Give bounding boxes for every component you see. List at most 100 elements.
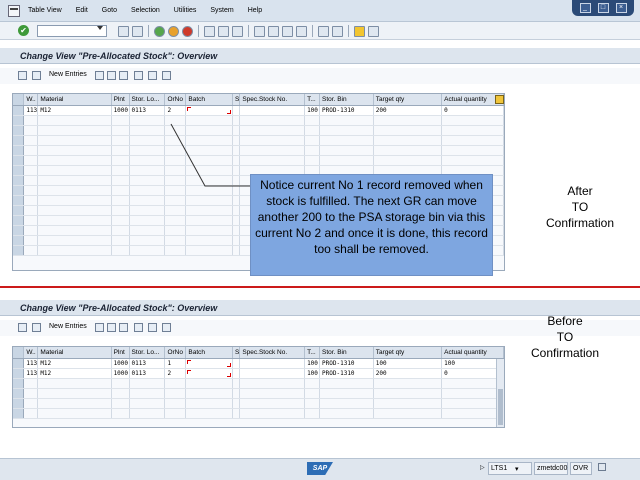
column-header[interactable]: Target qty <box>373 347 443 359</box>
table-cell[interactable]: PROD-1310 <box>319 105 374 116</box>
column-header[interactable]: T... <box>304 94 321 106</box>
row-selector[interactable] <box>13 195 25 206</box>
last-page-icon[interactable] <box>296 25 307 37</box>
column-header[interactable]: OrNo <box>164 347 187 359</box>
table-cell[interactable]: 100 <box>373 358 443 369</box>
column-header[interactable]: Plnt <box>111 94 130 106</box>
create-session-icon[interactable] <box>318 25 329 37</box>
next-page-icon[interactable] <box>282 25 293 37</box>
row-selector[interactable] <box>13 165 25 176</box>
column-header[interactable]: Batch <box>185 347 233 359</box>
copy-icon[interactable] <box>95 323 104 332</box>
undo-icon[interactable] <box>119 71 128 80</box>
table-cell[interactable]: 2 <box>164 368 187 379</box>
shortcut-icon[interactable] <box>332 25 343 37</box>
menu-table-view[interactable]: Table View <box>28 7 62 14</box>
display-change-icon[interactable] <box>18 323 27 332</box>
column-header[interactable]: Target qty <box>373 94 443 106</box>
deselect-all-icon[interactable] <box>162 323 171 332</box>
table-cell[interactable]: 1000 <box>111 105 130 116</box>
table-cell[interactable]: 113 <box>23 368 39 379</box>
display-change-icon[interactable] <box>18 71 27 80</box>
delete-icon[interactable] <box>107 71 116 80</box>
column-header[interactable]: Plnt <box>111 347 130 359</box>
column-header[interactable]: Spec.Stock No. <box>239 94 306 106</box>
display-icon[interactable] <box>32 323 41 332</box>
select-block-icon[interactable] <box>148 71 157 80</box>
row-selector[interactable] <box>13 398 25 409</box>
table-cell[interactable]: 1000 <box>111 358 130 369</box>
close-icon[interactable]: × <box>615 3 627 13</box>
table-cell[interactable]: 0 <box>441 368 504 379</box>
enter-icon[interactable]: ✔ <box>18 25 29 36</box>
minimize-icon[interactable]: _ <box>579 3 591 13</box>
column-header[interactable]: Stor. Lo... <box>129 347 166 359</box>
row-selector[interactable] <box>13 235 25 246</box>
row-selector[interactable] <box>13 125 25 136</box>
table-cell[interactable]: 1 <box>164 358 187 369</box>
select-block-icon[interactable] <box>148 323 157 332</box>
row-selector[interactable] <box>13 245 25 256</box>
table-cell[interactable]: 0113 <box>129 358 166 369</box>
menu-utilities[interactable]: Utilities <box>174 7 197 14</box>
find-next-icon[interactable] <box>232 25 243 37</box>
cancel-icon[interactable] <box>182 25 193 37</box>
chevron-down-icon[interactable] <box>97 26 103 30</box>
column-header[interactable]: Batch <box>185 94 233 106</box>
row-selector[interactable] <box>13 115 25 126</box>
table-cell[interactable]: 200 <box>373 105 443 116</box>
column-header[interactable]: OrNo <box>164 94 187 106</box>
row-selector[interactable] <box>13 135 25 146</box>
table-cell[interactable] <box>232 105 241 116</box>
column-header[interactable]: W.. <box>23 347 39 359</box>
first-page-icon[interactable] <box>254 25 265 37</box>
column-header[interactable]: Stor. Bin <box>319 347 374 359</box>
new-entries-button[interactable]: New Entries <box>49 323 87 330</box>
table-cell[interactable] <box>232 358 241 369</box>
menu-system[interactable]: System <box>210 7 233 14</box>
back-icon[interactable] <box>154 25 165 37</box>
undo-icon[interactable] <box>119 323 128 332</box>
table-cell[interactable] <box>239 105 306 116</box>
customize-layout-icon[interactable] <box>368 25 379 37</box>
table-cell[interactable] <box>239 368 306 379</box>
table-cell[interactable] <box>232 368 241 379</box>
column-header[interactable]: S <box>232 94 241 106</box>
help-icon[interactable] <box>354 25 365 37</box>
select-all-icon[interactable] <box>134 71 143 80</box>
find-icon[interactable] <box>218 25 229 37</box>
delete-icon[interactable] <box>107 323 116 332</box>
menu-edit[interactable]: Edit <box>76 7 88 14</box>
maximize-icon[interactable]: □ <box>597 3 609 13</box>
scrollbar-thumb[interactable] <box>498 389 503 425</box>
row-selector[interactable] <box>13 175 25 186</box>
menu-selection[interactable]: Selection <box>131 7 160 14</box>
table-cell[interactable]: 0113 <box>129 105 166 116</box>
table-cell[interactable] <box>185 105 233 116</box>
row-selector[interactable] <box>13 105 25 116</box>
column-header[interactable]: S <box>232 347 241 359</box>
select-all-column[interactable] <box>13 347 25 359</box>
menu-help[interactable]: Help <box>248 7 262 14</box>
new-entries-button[interactable]: New Entries <box>49 71 87 78</box>
table-cell[interactable]: 100 <box>304 105 321 116</box>
column-header[interactable]: Material <box>37 94 112 106</box>
system-menu-icon[interactable] <box>8 5 20 17</box>
deselect-all-icon[interactable] <box>162 71 171 80</box>
menu-goto[interactable]: Goto <box>102 7 117 14</box>
table-cell[interactable] <box>185 368 233 379</box>
row-selector[interactable] <box>13 368 25 379</box>
previous-page-icon[interactable] <box>268 25 279 37</box>
display-icon[interactable] <box>32 71 41 80</box>
table-cell[interactable]: 113 <box>23 105 39 116</box>
table-cell[interactable]: PROD-1310 <box>319 368 374 379</box>
system-field[interactable]: LTS1 ▾ <box>488 462 532 475</box>
table-cell[interactable] <box>239 358 306 369</box>
print-icon[interactable] <box>204 25 215 37</box>
table-cell[interactable]: PROD-1310 <box>319 358 374 369</box>
column-header[interactable]: T... <box>304 347 321 359</box>
table-cell[interactable]: M12 <box>37 368 112 379</box>
table-cell[interactable]: M12 <box>37 105 112 116</box>
save-icon[interactable] <box>132 25 143 37</box>
table-cell[interactable]: 100 <box>304 368 321 379</box>
